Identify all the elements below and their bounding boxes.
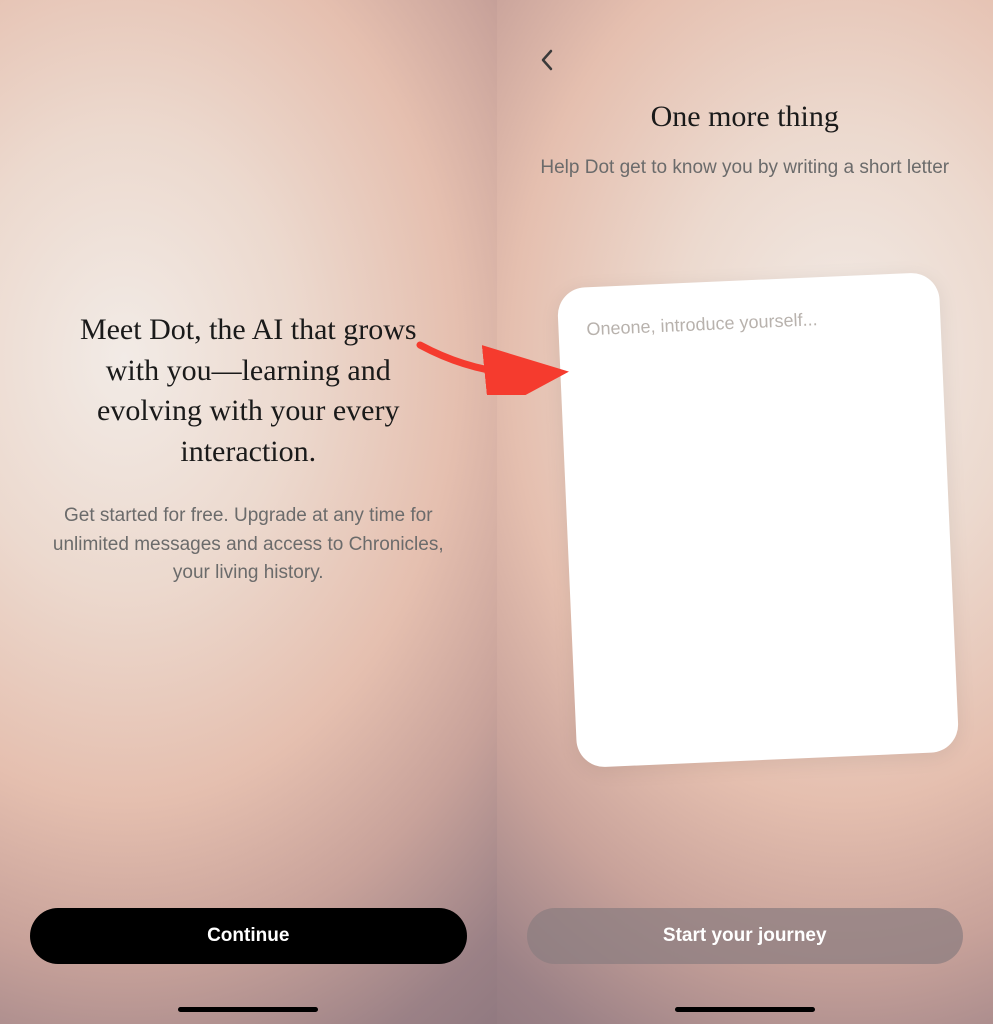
continue-button-label: Continue	[207, 925, 289, 947]
continue-button[interactable]: Continue	[30, 908, 467, 964]
onboarding-screen-letter: One more thing Help Dot get to know you …	[497, 0, 993, 1024]
letter-subtext: Help Dot get to know you by writing a sh…	[537, 154, 954, 183]
letter-header: One more thing Help Dot get to know you …	[537, 100, 954, 183]
onboarding-screen-intro: Meet Dot, the AI that grows with you—lea…	[0, 0, 497, 1024]
intro-headline: Meet Dot, the AI that grows with you—lea…	[50, 310, 447, 472]
intro-subtext: Get started for free. Upgrade at any tim…	[50, 502, 447, 588]
letter-input[interactable]	[556, 272, 958, 768]
home-indicator[interactable]	[178, 1007, 318, 1012]
start-journey-button-label: Start your journey	[663, 925, 827, 947]
start-journey-button[interactable]: Start your journey	[527, 908, 964, 964]
intro-content: Meet Dot, the AI that grows with you—lea…	[50, 310, 447, 588]
back-button[interactable]	[527, 40, 567, 80]
letter-title: One more thing	[537, 100, 954, 134]
chevron-left-icon	[540, 49, 554, 71]
home-indicator[interactable]	[675, 1007, 815, 1012]
letter-card-wrapper	[567, 280, 949, 760]
